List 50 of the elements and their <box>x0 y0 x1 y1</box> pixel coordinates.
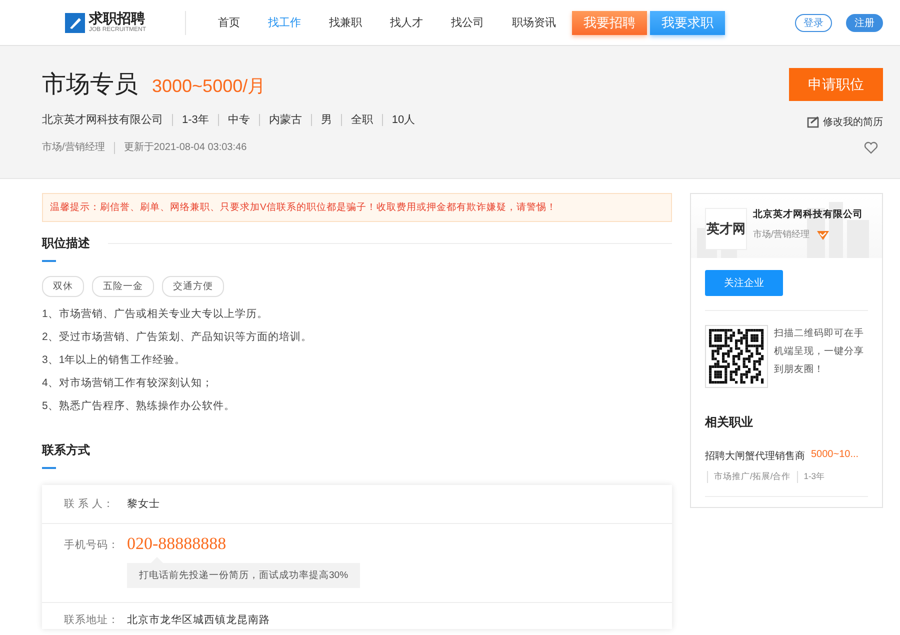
requirement-text: 5、熟悉广告程序、熟练操作办公软件。 <box>42 401 236 412</box>
job-title: 市场专员 <box>42 70 138 100</box>
section-title: 相关职业 <box>705 414 754 431</box>
heart-icon[interactable] <box>864 141 878 154</box>
nav-link[interactable]: 找兼职 <box>315 15 376 30</box>
warning-notice: 温馨提示：刷信誉、刷单、网络兼职、只要求加V信联系的职位都是骗子！收取费用或押金都有欺诈嫌疑，请警惕！ <box>42 193 672 222</box>
benefit-tag: 双休 <box>42 276 84 297</box>
benefit-tag: 五险一金 <box>92 276 154 297</box>
job-meta: 1-3年 <box>172 114 218 126</box>
field-label: 联系地址： <box>64 613 120 627</box>
related-experience: 1-3年 <box>796 471 832 483</box>
section-title: 职位描述 <box>42 235 90 252</box>
requirement-text: 1、市场营销、广告或相关专业大专以上学历。 <box>42 309 269 320</box>
phone-number: 020-88888888 <box>127 535 228 553</box>
requirement-text: 2、受过市场营销、广告策划、产品知识等方面的培训。 <box>42 332 313 343</box>
nav-link[interactable]: 找人才 <box>376 15 437 30</box>
section-title: 联系方式 <box>42 442 90 459</box>
logo-icon <box>65 12 85 32</box>
requirement-text: 3、1年以上的销售工作经验。 <box>42 355 187 366</box>
related-job-link[interactable]: 招聘大闸蟹代理销售商 <box>705 449 805 463</box>
requirement-text: 4、对市场营销工作有较深刻认知； <box>42 378 214 389</box>
field-value: 北京市龙华区城西镇龙昆南路 <box>127 613 270 627</box>
field-label: 联 系 人： <box>64 497 115 511</box>
job-meta: 内蒙古 <box>258 114 311 126</box>
job-meta: 男 <box>310 114 341 126</box>
company-category: 市场/营销经理 <box>753 228 810 241</box>
salary: 3000~5000/月 <box>152 75 266 98</box>
edit-resume-link[interactable]: 修改我的简历 <box>823 115 883 129</box>
nav-link[interactable]: 首页 <box>204 15 254 30</box>
related-salary: 5000~10... <box>811 449 859 462</box>
company-name: 北京英才网科技有限公司 <box>753 208 863 221</box>
field-value: 黎女士 <box>127 497 160 511</box>
benefit-tag: 交通方便 <box>162 276 224 297</box>
logo-title: 求职招聘 <box>89 11 146 26</box>
related-category: 市场推广/拓展/合作 <box>707 471 797 483</box>
job-meta: 10人 <box>382 114 424 126</box>
nav-link[interactable]: 找公司 <box>437 15 498 30</box>
login-button[interactable]: 登录 <box>795 14 832 32</box>
job-meta: 中专 <box>218 114 259 126</box>
company-logo: 英才网 <box>705 208 747 250</box>
field-label: 手机号码： <box>64 538 120 552</box>
job-meta: 北京英才网科技有限公司 <box>42 114 164 126</box>
edit-icon <box>807 116 819 128</box>
update-time: 更新于2021-08-04 03:03:46 <box>114 142 256 154</box>
tooltip: 打电话前先投递一份简历，面试成功率提高30% <box>127 557 360 588</box>
nav-link[interactable]: 职场资讯 <box>498 15 570 30</box>
job-category: 市场/营销经理 <box>42 142 106 154</box>
qr-hint: 扫描二维码即可在手机端呈现，一键分享到朋友圈！ <box>774 327 865 377</box>
job-meta: 全职 <box>340 114 382 126</box>
qr-code-icon <box>705 325 768 388</box>
